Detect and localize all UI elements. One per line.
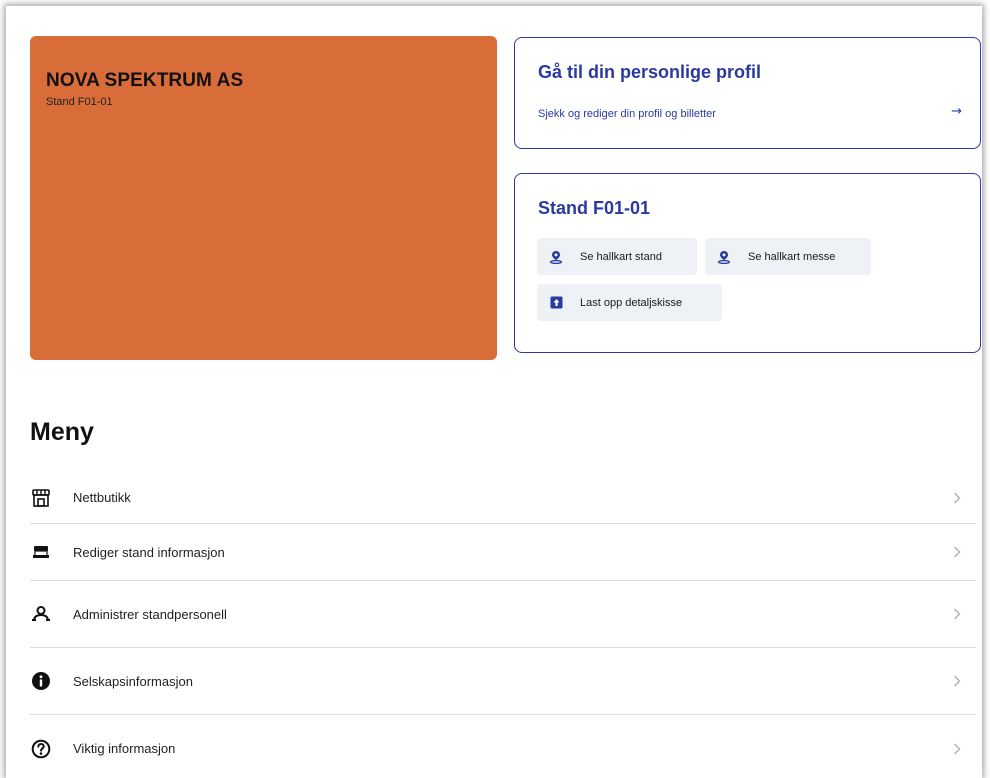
upload-icon: [549, 296, 563, 310]
view-hall-map-stand-label: Se hallkart stand: [580, 250, 662, 263]
users-icon: [31, 604, 51, 624]
menu-title: Meny: [30, 418, 94, 446]
menu-item-label: Viktig informasjon: [73, 741, 176, 756]
profile-card-title: Gå til din personlige profil: [538, 62, 762, 82]
company-name: NOVA SPEKTRUM AS: [46, 70, 244, 91]
chevron-right-icon: [952, 607, 962, 621]
view-hall-map-fair-button[interactable]: Se hallkart messe: [705, 238, 871, 275]
profile-link-card[interactable]: Gå til din personlige profil Sjekk og re…: [514, 37, 981, 149]
view-hall-map-fair-label: Se hallkart messe: [748, 250, 836, 263]
menu-item-nettbutikk[interactable]: Nettbutikk: [30, 472, 976, 524]
map-pin-icon: [717, 250, 731, 264]
chevron-right-icon: [952, 491, 962, 505]
help-icon: [31, 739, 51, 759]
company-stand-label: Stand F01-01: [46, 96, 113, 108]
chevron-right-icon: [952, 545, 962, 559]
menu-item-label: Rediger stand informasjon: [73, 544, 225, 560]
company-card: NOVA SPEKTRUM AS Stand F01-01: [30, 36, 497, 360]
upload-detail-sketch-button[interactable]: Last opp detaljskisse: [537, 284, 722, 321]
menu-item-label: Selskapsinformasjon: [73, 673, 193, 689]
chevron-right-icon: [952, 674, 962, 688]
arrow-right-icon: →: [951, 104, 962, 119]
stand-card-title: Stand F01-01: [538, 198, 651, 218]
menu-item-manage-stand-staff[interactable]: Administrer standpersonell: [30, 581, 976, 648]
chevron-right-icon: [952, 742, 962, 756]
menu-item-important-info[interactable]: Viktig informasjon: [30, 715, 976, 778]
menu-list: Nettbutikk Rediger stand informasjon Adm…: [30, 472, 976, 778]
app-window: NOVA SPEKTRUM AS Stand F01-01 Gå til din…: [6, 6, 982, 778]
upload-detail-sketch-label: Last opp detaljskisse: [580, 296, 683, 309]
map-pin-icon: [549, 250, 563, 264]
store-icon: [31, 488, 51, 508]
menu-item-edit-stand-info[interactable]: Rediger stand informasjon: [30, 524, 976, 581]
menu-item-company-info[interactable]: Selskapsinformasjon: [30, 648, 976, 715]
stand-card: Stand F01-01 Se hallkart stand Se hallka…: [514, 173, 981, 353]
booth-icon: [31, 542, 51, 562]
menu-item-label: Nettbutikk: [73, 490, 131, 505]
menu-item-label: Administrer standpersonell: [73, 606, 227, 622]
info-icon: [31, 671, 51, 691]
view-hall-map-stand-button[interactable]: Se hallkart stand: [537, 238, 697, 275]
profile-card-subtitle: Sjekk og rediger din profil og billetter: [538, 108, 716, 120]
